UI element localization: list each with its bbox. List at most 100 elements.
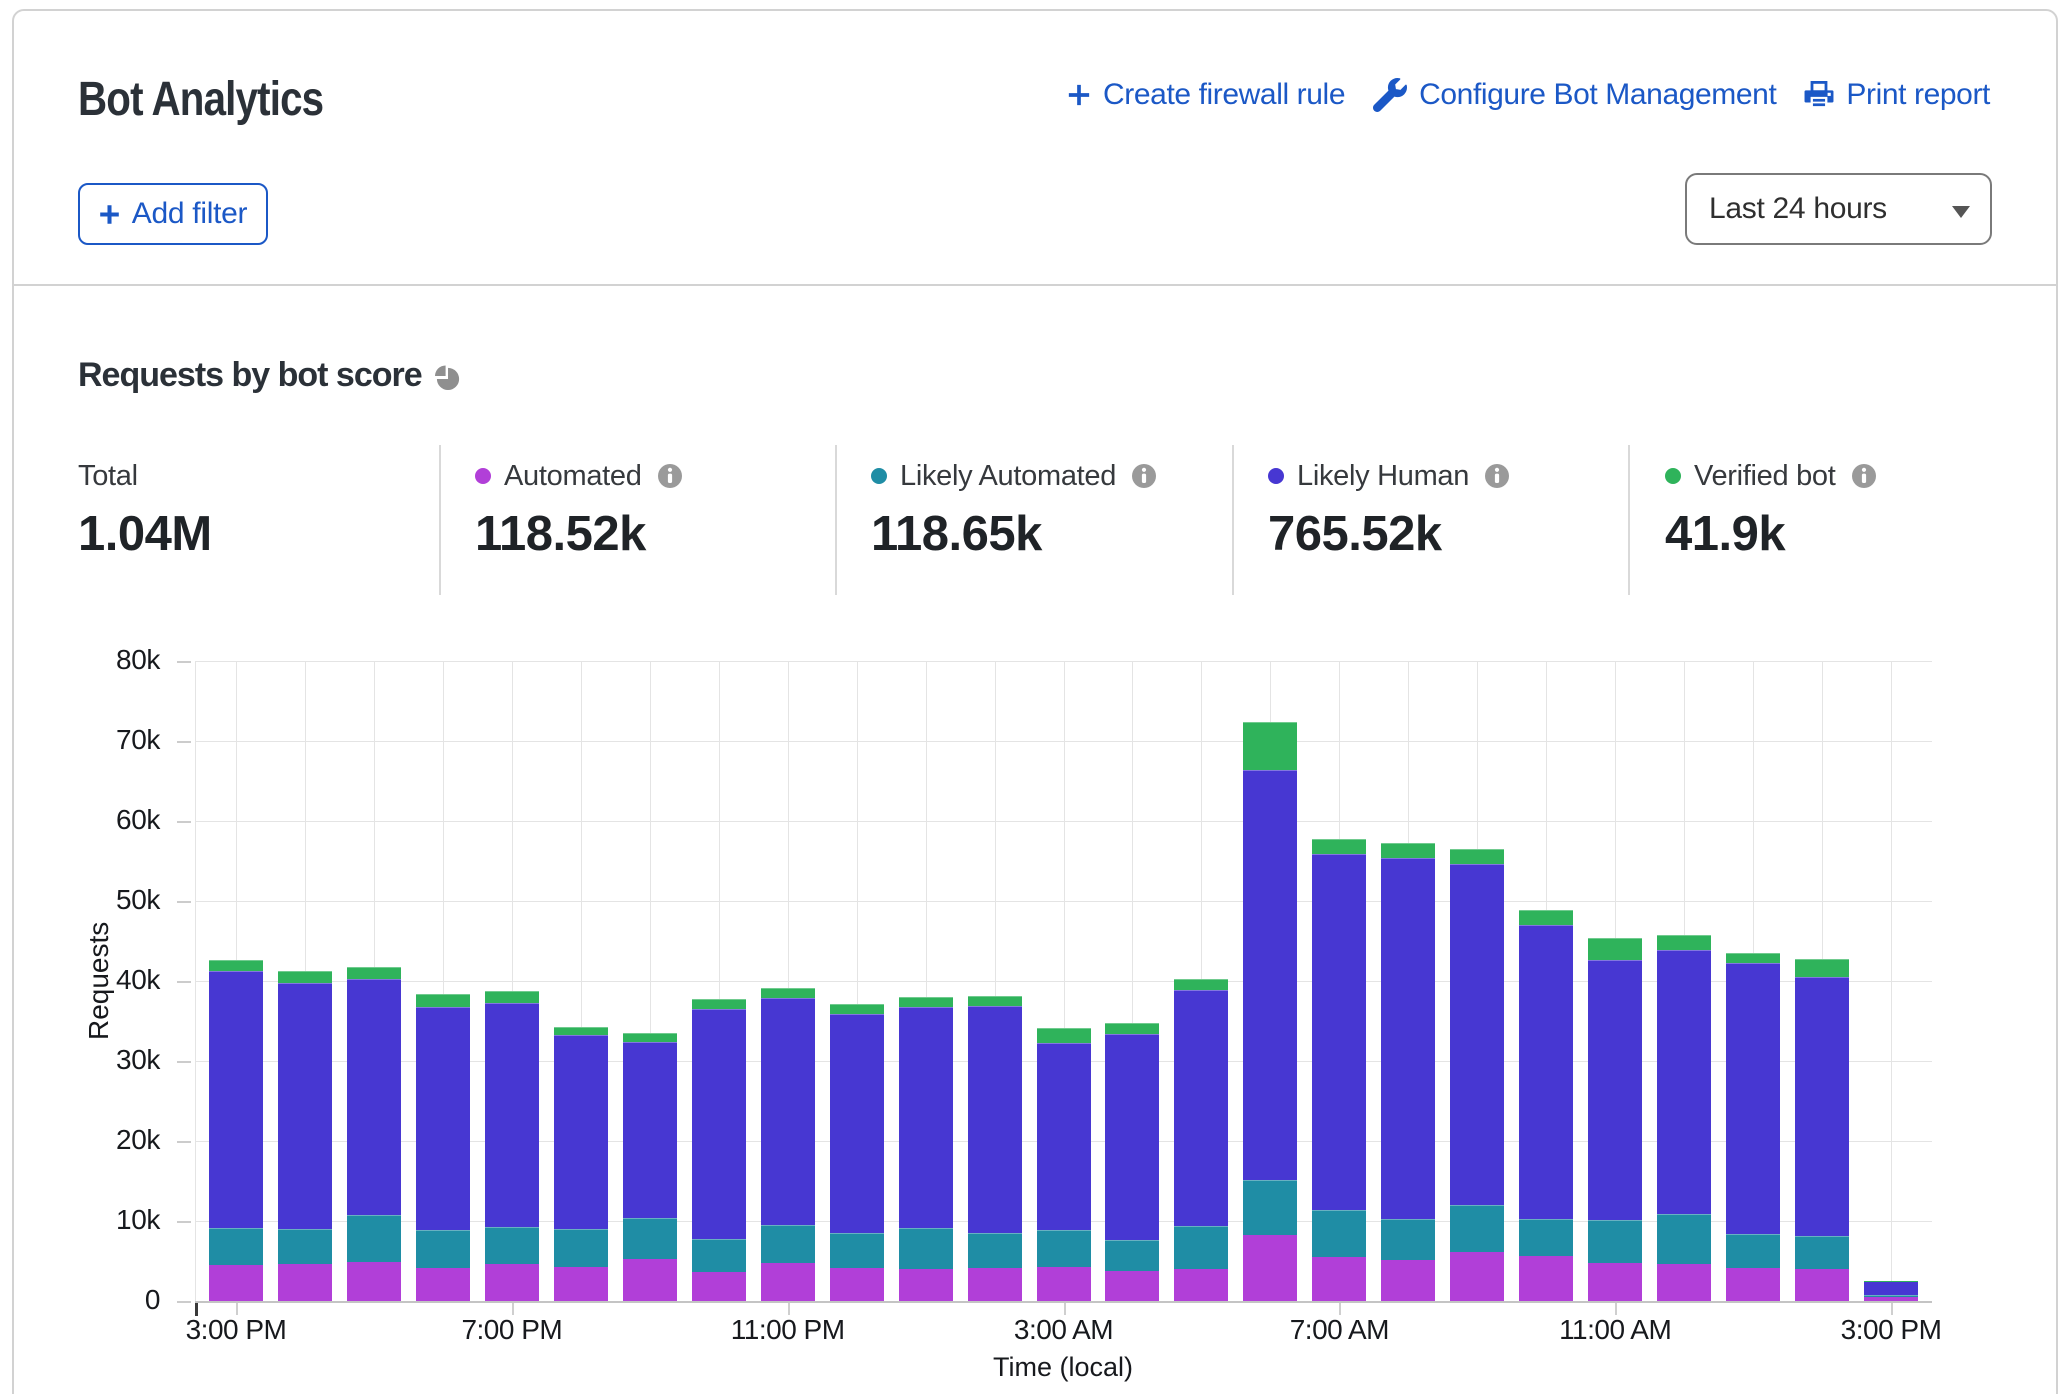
bar-1-likely-automated[interactable] bbox=[278, 1229, 332, 1264]
bar-13-likely-automated[interactable] bbox=[1105, 1240, 1159, 1270]
bar-0-verified-bot[interactable] bbox=[209, 960, 263, 970]
bar-24-verified-bot[interactable] bbox=[1864, 1281, 1918, 1282]
bar-24-automated[interactable] bbox=[1864, 1297, 1918, 1301]
bar-23-likely-automated[interactable] bbox=[1795, 1236, 1849, 1269]
bar-11-verified-bot[interactable] bbox=[968, 996, 1022, 1006]
bar-21-likely-automated[interactable] bbox=[1657, 1214, 1711, 1264]
bar-15-verified-bot[interactable] bbox=[1243, 722, 1297, 770]
bar-23-automated[interactable] bbox=[1795, 1269, 1849, 1301]
bar-7-likely-human[interactable] bbox=[692, 1009, 746, 1239]
bar-0-likely-automated[interactable] bbox=[209, 1228, 263, 1265]
bar-13-automated[interactable] bbox=[1105, 1271, 1159, 1301]
bar-18-verified-bot[interactable] bbox=[1450, 849, 1504, 864]
bar-1-verified-bot[interactable] bbox=[278, 971, 332, 983]
bar-8-likely-automated[interactable] bbox=[761, 1225, 815, 1263]
info-icon[interactable] bbox=[1131, 463, 1157, 489]
bar-19-automated[interactable] bbox=[1519, 1256, 1573, 1301]
bar-19-verified-bot[interactable] bbox=[1519, 910, 1573, 925]
bar-16-likely-human[interactable] bbox=[1312, 854, 1366, 1210]
bar-0-likely-human[interactable] bbox=[209, 971, 263, 1229]
bar-6-likely-human[interactable] bbox=[623, 1042, 677, 1218]
bar-10-automated[interactable] bbox=[899, 1269, 953, 1301]
bar-19-likely-automated[interactable] bbox=[1519, 1219, 1573, 1257]
bar-7-verified-bot[interactable] bbox=[692, 999, 746, 1009]
bar-7-automated[interactable] bbox=[692, 1272, 746, 1301]
bar-9-likely-human[interactable] bbox=[830, 1014, 884, 1233]
bar-13-likely-human[interactable] bbox=[1105, 1034, 1159, 1240]
bar-17-likely-automated[interactable] bbox=[1381, 1219, 1435, 1261]
bar-10-verified-bot[interactable] bbox=[899, 997, 953, 1007]
bar-20-verified-bot[interactable] bbox=[1588, 938, 1642, 960]
info-icon[interactable] bbox=[657, 463, 683, 489]
bar-18-automated[interactable] bbox=[1450, 1252, 1504, 1301]
bar-12-verified-bot[interactable] bbox=[1037, 1028, 1091, 1043]
bar-23-verified-bot[interactable] bbox=[1795, 959, 1849, 977]
bar-5-automated[interactable] bbox=[554, 1267, 608, 1301]
bar-4-verified-bot[interactable] bbox=[485, 991, 539, 1003]
bar-22-verified-bot[interactable] bbox=[1726, 953, 1780, 963]
bar-4-automated[interactable] bbox=[485, 1264, 539, 1301]
bar-14-likely-automated[interactable] bbox=[1174, 1226, 1228, 1269]
bar-3-likely-automated[interactable] bbox=[416, 1230, 470, 1268]
bar-14-likely-human[interactable] bbox=[1174, 990, 1228, 1226]
bar-12-likely-automated[interactable] bbox=[1037, 1230, 1091, 1268]
bar-5-likely-human[interactable] bbox=[554, 1035, 608, 1229]
bar-15-likely-human[interactable] bbox=[1243, 770, 1297, 1180]
bar-23-likely-human[interactable] bbox=[1795, 977, 1849, 1236]
bar-1-likely-human[interactable] bbox=[278, 983, 332, 1229]
bar-2-verified-bot[interactable] bbox=[347, 967, 401, 980]
bar-11-automated[interactable] bbox=[968, 1268, 1022, 1301]
create-firewall-rule-link[interactable]: Create firewall rule bbox=[1067, 78, 1345, 112]
bar-16-verified-bot[interactable] bbox=[1312, 839, 1366, 854]
bar-8-likely-human[interactable] bbox=[761, 998, 815, 1225]
bar-22-likely-automated[interactable] bbox=[1726, 1234, 1780, 1268]
bar-17-automated[interactable] bbox=[1381, 1260, 1435, 1301]
bar-8-automated[interactable] bbox=[761, 1263, 815, 1301]
bar-2-likely-automated[interactable] bbox=[347, 1215, 401, 1262]
bar-18-likely-automated[interactable] bbox=[1450, 1205, 1504, 1252]
bar-22-likely-human[interactable] bbox=[1726, 963, 1780, 1234]
bar-2-likely-human[interactable] bbox=[347, 979, 401, 1214]
bar-2-automated[interactable] bbox=[347, 1262, 401, 1301]
bar-19-likely-human[interactable] bbox=[1519, 925, 1573, 1219]
configure-bot-management-link[interactable]: Configure Bot Management bbox=[1373, 78, 1776, 112]
bar-20-likely-automated[interactable] bbox=[1588, 1220, 1642, 1263]
bar-24-likely-human[interactable] bbox=[1864, 1281, 1918, 1295]
bar-21-likely-human[interactable] bbox=[1657, 950, 1711, 1214]
bar-6-likely-automated[interactable] bbox=[623, 1218, 677, 1259]
bar-16-automated[interactable] bbox=[1312, 1257, 1366, 1301]
bar-12-likely-human[interactable] bbox=[1037, 1043, 1091, 1229]
bar-20-likely-human[interactable] bbox=[1588, 960, 1642, 1220]
bar-13-verified-bot[interactable] bbox=[1105, 1023, 1159, 1033]
bar-10-likely-automated[interactable] bbox=[899, 1228, 953, 1269]
bar-6-verified-bot[interactable] bbox=[623, 1033, 677, 1042]
bar-11-likely-automated[interactable] bbox=[968, 1233, 1022, 1268]
bar-24-likely-automated[interactable] bbox=[1864, 1295, 1918, 1297]
bar-12-automated[interactable] bbox=[1037, 1267, 1091, 1301]
add-filter-button[interactable]: Add filter bbox=[78, 183, 268, 245]
bar-4-likely-human[interactable] bbox=[485, 1003, 539, 1226]
bar-11-likely-human[interactable] bbox=[968, 1006, 1022, 1233]
bar-18-likely-human[interactable] bbox=[1450, 864, 1504, 1205]
time-range-select[interactable]: Last 24 hours bbox=[1685, 173, 1992, 245]
bar-15-likely-automated[interactable] bbox=[1243, 1180, 1297, 1234]
bar-8-verified-bot[interactable] bbox=[761, 988, 815, 998]
bar-17-verified-bot[interactable] bbox=[1381, 843, 1435, 858]
bar-14-automated[interactable] bbox=[1174, 1269, 1228, 1301]
bar-15-automated[interactable] bbox=[1243, 1235, 1297, 1301]
bar-9-likely-automated[interactable] bbox=[830, 1233, 884, 1268]
info-icon[interactable] bbox=[1484, 463, 1510, 489]
bar-14-verified-bot[interactable] bbox=[1174, 979, 1228, 989]
info-icon[interactable] bbox=[1851, 463, 1877, 489]
bar-3-verified-bot[interactable] bbox=[416, 994, 470, 1007]
bar-0-automated[interactable] bbox=[209, 1265, 263, 1301]
bar-5-likely-automated[interactable] bbox=[554, 1229, 608, 1267]
bar-3-likely-human[interactable] bbox=[416, 1007, 470, 1230]
bar-22-automated[interactable] bbox=[1726, 1268, 1780, 1301]
bar-1-automated[interactable] bbox=[278, 1264, 332, 1301]
bar-3-automated[interactable] bbox=[416, 1268, 470, 1301]
bar-16-likely-automated[interactable] bbox=[1312, 1210, 1366, 1257]
bar-5-verified-bot[interactable] bbox=[554, 1027, 608, 1036]
bar-9-automated[interactable] bbox=[830, 1268, 884, 1301]
bar-21-verified-bot[interactable] bbox=[1657, 935, 1711, 949]
